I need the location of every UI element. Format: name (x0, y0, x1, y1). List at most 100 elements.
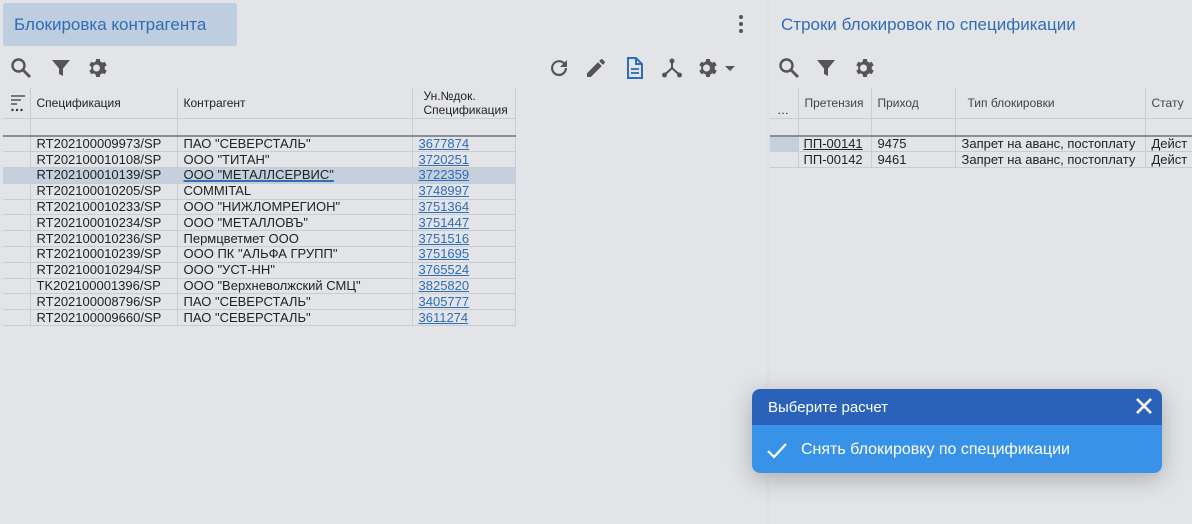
left-panel: Блокировка контрагента Спецификация Конт… (0, 0, 766, 524)
specification-cell: RT202100010139/SP (30, 167, 178, 184)
table-row[interactable]: RT202100010108/SP ООО "ТИТАН" 3720251 (3, 151, 516, 169)
row-selector-cell[interactable] (3, 230, 31, 248)
row-selector-cell[interactable] (3, 309, 31, 327)
status-cell: Дейст (1145, 136, 1192, 153)
table-row[interactable]: RT202100010236/SP Пермцветмет ООО 3751516 (3, 230, 516, 248)
counterparty-cell: COMMITAL (177, 183, 413, 200)
doc-number-link[interactable]: 3751447 (419, 215, 470, 230)
table-row[interactable]: RT202100010239/SP ООО ПК "АЛЬФА ГРУПП" 375… (3, 246, 516, 263)
counterparty-cell: ООО "УСТ-НН" (177, 262, 413, 279)
row-selector-cell[interactable] (3, 278, 31, 295)
column-header-claim[interactable]: Претензия (798, 88, 872, 119)
table-row[interactable]: ПП-00141 9475 Запрет на аванс, постоплату Д… (770, 136, 1192, 153)
doc-number-link[interactable]: 3751516 (419, 231, 470, 246)
filter-icon[interactable] (814, 56, 838, 80)
row-selector-cell[interactable] (3, 246, 31, 263)
doc-number-link[interactable]: 3825820 (419, 278, 470, 293)
table-row[interactable]: TK202100001396/SP ООО "Верхневолжский СМЦ… (3, 278, 516, 295)
filter-cell[interactable] (177, 118, 413, 137)
table-row[interactable]: RT202100008796/SP ПАО "СЕВЕРСТАЛЬ" 3405777 (3, 293, 516, 311)
counterparty-cell: ООО "ТИТАН" (177, 151, 413, 169)
doc-number-cell: 3748997 (412, 183, 516, 200)
specification-cell: RT202100010205/SP (30, 183, 178, 200)
filter-cell[interactable] (412, 118, 516, 137)
doc-number-link[interactable]: 3720251 (419, 152, 470, 167)
doc-number-link[interactable]: 3611274 (419, 310, 469, 325)
column-header-counterparty[interactable]: Контрагент (177, 88, 413, 119)
specification-cell: RT202100010234/SP (30, 214, 178, 232)
kebab-menu-icon[interactable] (739, 15, 743, 35)
search-icon[interactable] (777, 56, 801, 80)
doc-number-cell: 3825820 (412, 278, 516, 295)
doc-number-link[interactable]: 3751364 (419, 199, 470, 214)
filter-row (3, 118, 516, 137)
filter-cell[interactable] (798, 118, 872, 137)
table-row[interactable]: RT202100010205/SP COMMITAL 3748997 (3, 183, 516, 200)
counterparty-cell: ПАО "СЕВЕРСТАЛЬ" (177, 136, 413, 153)
doc-number-link[interactable]: 3748997 (419, 183, 470, 198)
column-settings-cell[interactable] (3, 88, 31, 119)
row-selector-cell[interactable] (3, 199, 31, 216)
table-row[interactable]: RT202100010234/SP ООО "МЕТАЛЛОВЪ" 3751447 (3, 214, 516, 232)
column-header-block-type[interactable]: Тип блокировки (955, 88, 1146, 119)
doc-number-cell: 3765524 (412, 262, 516, 279)
row-selector-cell[interactable] (3, 183, 31, 200)
block-type-cell: Запрет на аванс, постоплату (955, 151, 1146, 169)
row-selector-cell[interactable] (3, 151, 31, 169)
table-row[interactable]: RT202100009973/SP ПАО "СЕВЕРСТАЛЬ" 3677874 (3, 136, 516, 153)
doc-number-cell: 3722359 (412, 167, 516, 184)
table-row[interactable]: RT202100009660/SP ПАО "СЕВЕРСТАЛЬ" 3611274 (3, 309, 516, 327)
select-calculation-popup: Выберите расчет Снять блокировку по спец… (752, 389, 1162, 473)
unblock-specification-option[interactable]: Снять блокировку по спецификации (752, 425, 1162, 473)
doc-number-link[interactable]: 3722359 (419, 168, 470, 183)
row-selector-cell[interactable] (3, 262, 31, 279)
doc-number-link[interactable]: 3751695 (419, 247, 470, 262)
table-row[interactable]: RT202100010233/SP ООО "НИЖЛОМРЕГИОН" 37513… (3, 199, 516, 216)
filter-icon[interactable] (49, 56, 73, 80)
settings-menu-icon[interactable] (696, 56, 720, 80)
row-selector-cell[interactable] (770, 151, 799, 169)
doc-number-link[interactable]: 3677874 (419, 136, 470, 151)
specification-cell: RT202100010108/SP (30, 151, 178, 169)
table-row[interactable]: ПП-00142 9461 Запрет на аванс, постоплату Д… (770, 151, 1192, 169)
settings-icon[interactable] (853, 56, 877, 80)
table-row[interactable]: RT202100010294/SP ООО "УСТ-НН" 3765524 (3, 262, 516, 279)
hierarchy-icon[interactable] (660, 56, 684, 80)
table-header-row: Спецификация Контрагент Ун.№док. Специфик… (3, 88, 516, 119)
specification-cell: RT202100009973/SP (30, 136, 178, 153)
counterparty-cell: ООО ПК "АЛЬФА ГРУПП" (177, 246, 413, 263)
doc-number-link[interactable]: 3405777 (419, 294, 470, 309)
block-lines-table: … Претензия Приход Тип блокировки Стату … (770, 88, 1192, 169)
doc-number-cell: 3677874 (412, 136, 516, 153)
edit-icon[interactable] (584, 56, 608, 80)
chevron-down-icon[interactable] (722, 56, 738, 80)
row-selector-cell[interactable] (3, 167, 31, 184)
filter-cell[interactable] (871, 118, 956, 137)
filter-cell[interactable] (30, 118, 178, 137)
row-selector-cell[interactable] (3, 214, 31, 232)
settings-icon[interactable] (86, 56, 110, 80)
row-selector-cell[interactable] (3, 136, 31, 153)
row-selector-cell[interactable] (3, 293, 31, 311)
doc-number-cell: 3751516 (412, 230, 516, 248)
refresh-icon[interactable] (547, 56, 571, 80)
claim-cell: ПП-00141 (798, 136, 872, 153)
search-icon[interactable] (9, 56, 33, 80)
doc-number-cell: 3611274 (412, 309, 516, 327)
document-icon[interactable] (622, 56, 646, 80)
income-cell: 9475 (871, 136, 956, 153)
column-header-doc-number[interactable]: Ун.№док. Спецификация (412, 88, 516, 119)
doc-number-link[interactable]: 3765524 (419, 262, 470, 277)
table-row[interactable]: RT202100010139/SP ООО "МЕТАЛЛСЕРВИС" 37223… (3, 167, 516, 184)
row-selector-cell[interactable] (770, 136, 799, 153)
column-header-specification[interactable]: Спецификация (30, 88, 178, 119)
column-settings-cell[interactable]: … (770, 88, 799, 119)
specification-table: Спецификация Контрагент Ун.№док. Специфик… (3, 88, 516, 327)
filter-cell[interactable] (955, 118, 1146, 137)
column-header-status[interactable]: Стату (1145, 88, 1192, 119)
doc-number-cell: 3405777 (412, 293, 516, 311)
sort-columns-icon[interactable] (10, 93, 26, 113)
close-icon[interactable] (1134, 396, 1154, 416)
column-header-income[interactable]: Приход (871, 88, 956, 119)
filter-cell[interactable] (1145, 118, 1192, 137)
